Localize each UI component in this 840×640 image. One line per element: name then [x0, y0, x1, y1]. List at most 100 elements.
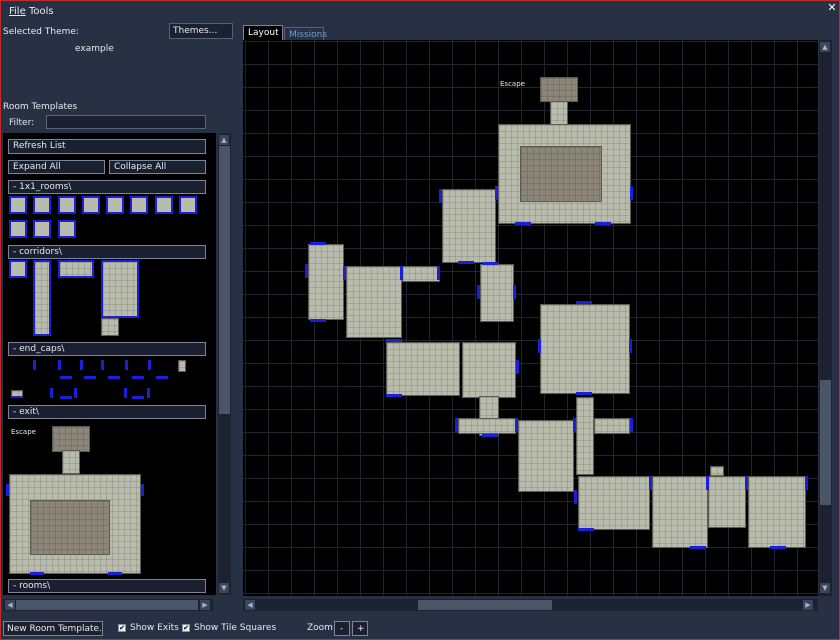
map-room[interactable]	[710, 466, 724, 476]
file-menu[interactable]: File	[9, 6, 26, 17]
tab-layout[interactable]: Layout	[243, 25, 283, 40]
template-thumb[interactable]	[101, 318, 119, 336]
show-tile-squares-checkbox[interactable]: ✔	[182, 624, 190, 632]
map-exit	[576, 392, 592, 395]
map-room[interactable]	[550, 101, 568, 125]
map-exit	[386, 339, 402, 342]
template-thumb[interactable]	[101, 360, 104, 370]
map-exit	[573, 418, 576, 432]
folder-1x1-rooms[interactable]: - 1x1_rooms\	[8, 180, 206, 194]
template-thumb[interactable]	[130, 196, 148, 214]
template-thumb[interactable]	[60, 396, 72, 399]
close-icon[interactable]: ✕	[826, 2, 838, 14]
template-thumb[interactable]	[108, 376, 120, 379]
checkmark-icon: ✔	[183, 624, 189, 632]
template-thumb[interactable]	[33, 360, 36, 370]
template-thumb[interactable]	[132, 376, 144, 379]
template-thumb[interactable]	[11, 390, 23, 398]
map-scroll-up-arrow-icon[interactable]: ▲	[820, 42, 830, 52]
map-room[interactable]	[540, 304, 630, 394]
template-list-hscroll-thumb[interactable]	[16, 600, 198, 610]
expand-all-button[interactable]: Expand All	[8, 160, 105, 174]
map-exit	[477, 285, 480, 299]
filter-input[interactable]	[46, 115, 206, 129]
collapse-all-button[interactable]: Collapse All	[109, 160, 206, 174]
map-vscrollbar[interactable]	[819, 40, 832, 596]
template-thumb[interactable]	[9, 220, 27, 238]
preview-exit	[141, 484, 144, 496]
map-room[interactable]	[308, 244, 344, 320]
map-room[interactable]	[480, 264, 514, 322]
refresh-list-button[interactable]: Refresh List	[8, 139, 206, 154]
map-room[interactable]	[458, 418, 516, 434]
template-thumb[interactable]	[132, 396, 144, 399]
map-room[interactable]	[346, 266, 402, 338]
show-exits-label: Show Exits	[130, 623, 179, 633]
map-room[interactable]	[442, 189, 496, 263]
template-thumb[interactable]	[33, 196, 51, 214]
map-room[interactable]	[540, 77, 578, 102]
map-room[interactable]	[402, 266, 440, 282]
template-thumb[interactable]	[148, 360, 151, 370]
template-thumb[interactable]	[82, 196, 100, 214]
template-thumb[interactable]	[179, 196, 197, 214]
template-thumb[interactable]	[50, 388, 53, 398]
template-thumb[interactable]	[124, 388, 127, 398]
folder-exit[interactable]: - exit\	[8, 405, 206, 419]
map-room[interactable]	[520, 146, 602, 202]
zoom-in-button[interactable]: +	[352, 621, 368, 636]
template-thumb[interactable]	[9, 196, 27, 214]
map-room[interactable]	[462, 342, 516, 398]
template-thumb[interactable]	[178, 360, 186, 372]
map-scroll-down-arrow-icon[interactable]: ▼	[820, 583, 830, 593]
show-exits-checkbox[interactable]: ✔	[118, 624, 126, 632]
template-thumb[interactable]	[58, 220, 76, 238]
template-list-scroll-thumb[interactable]	[219, 146, 230, 414]
scroll-up-arrow-icon[interactable]: ▲	[219, 135, 229, 145]
scroll-left-arrow-icon[interactable]: ◀	[5, 600, 15, 610]
map-vscroll-thumb[interactable]	[820, 380, 831, 505]
map-room[interactable]	[594, 418, 630, 434]
map-room[interactable]	[748, 476, 806, 548]
template-thumb[interactable]	[9, 260, 27, 278]
folder-rooms[interactable]: - rooms\	[8, 579, 206, 593]
map-room[interactable]	[518, 420, 574, 492]
template-thumb[interactable]	[147, 388, 150, 398]
template-thumb[interactable]	[58, 260, 94, 278]
template-thumb[interactable]	[33, 260, 51, 336]
map-exit	[482, 262, 498, 265]
template-thumb[interactable]	[101, 260, 139, 318]
template-thumb[interactable]	[33, 220, 51, 238]
map-room[interactable]	[708, 476, 746, 528]
new-room-template-button[interactable]: New Room Template...	[3, 621, 103, 636]
map-exit	[595, 222, 611, 225]
template-thumb[interactable]	[106, 196, 124, 214]
themes-button[interactable]: Themes...	[169, 23, 233, 39]
template-thumb[interactable]	[58, 360, 61, 370]
folder-corridors[interactable]: - corridors\	[8, 245, 206, 259]
template-thumb[interactable]	[80, 360, 83, 370]
map-exit	[343, 266, 346, 280]
map-room[interactable]	[576, 397, 594, 475]
template-thumb[interactable]	[74, 388, 77, 398]
template-thumb[interactable]	[125, 360, 128, 370]
template-thumb[interactable]	[156, 376, 168, 379]
template-thumb[interactable]	[84, 376, 96, 379]
map-scroll-right-arrow-icon[interactable]: ▶	[803, 600, 813, 610]
zoom-out-button[interactable]: -	[334, 621, 350, 636]
map-exit	[649, 476, 652, 490]
folder-end-caps[interactable]: - end_caps\	[8, 342, 206, 356]
map-exit	[310, 242, 326, 245]
map-hscroll-thumb[interactable]	[418, 600, 552, 610]
map-room[interactable]	[386, 342, 460, 396]
template-thumb[interactable]	[60, 376, 72, 379]
map-scroll-left-arrow-icon[interactable]: ◀	[245, 600, 255, 610]
template-thumb[interactable]	[155, 196, 173, 214]
map-room[interactable]	[652, 476, 708, 548]
map-room[interactable]	[578, 476, 650, 530]
scroll-down-arrow-icon[interactable]: ▼	[219, 583, 229, 593]
map-exit	[310, 319, 326, 322]
tools-menu[interactable]: Tools	[29, 6, 54, 17]
scroll-right-arrow-icon[interactable]: ▶	[200, 600, 210, 610]
template-thumb[interactable]	[58, 196, 76, 214]
